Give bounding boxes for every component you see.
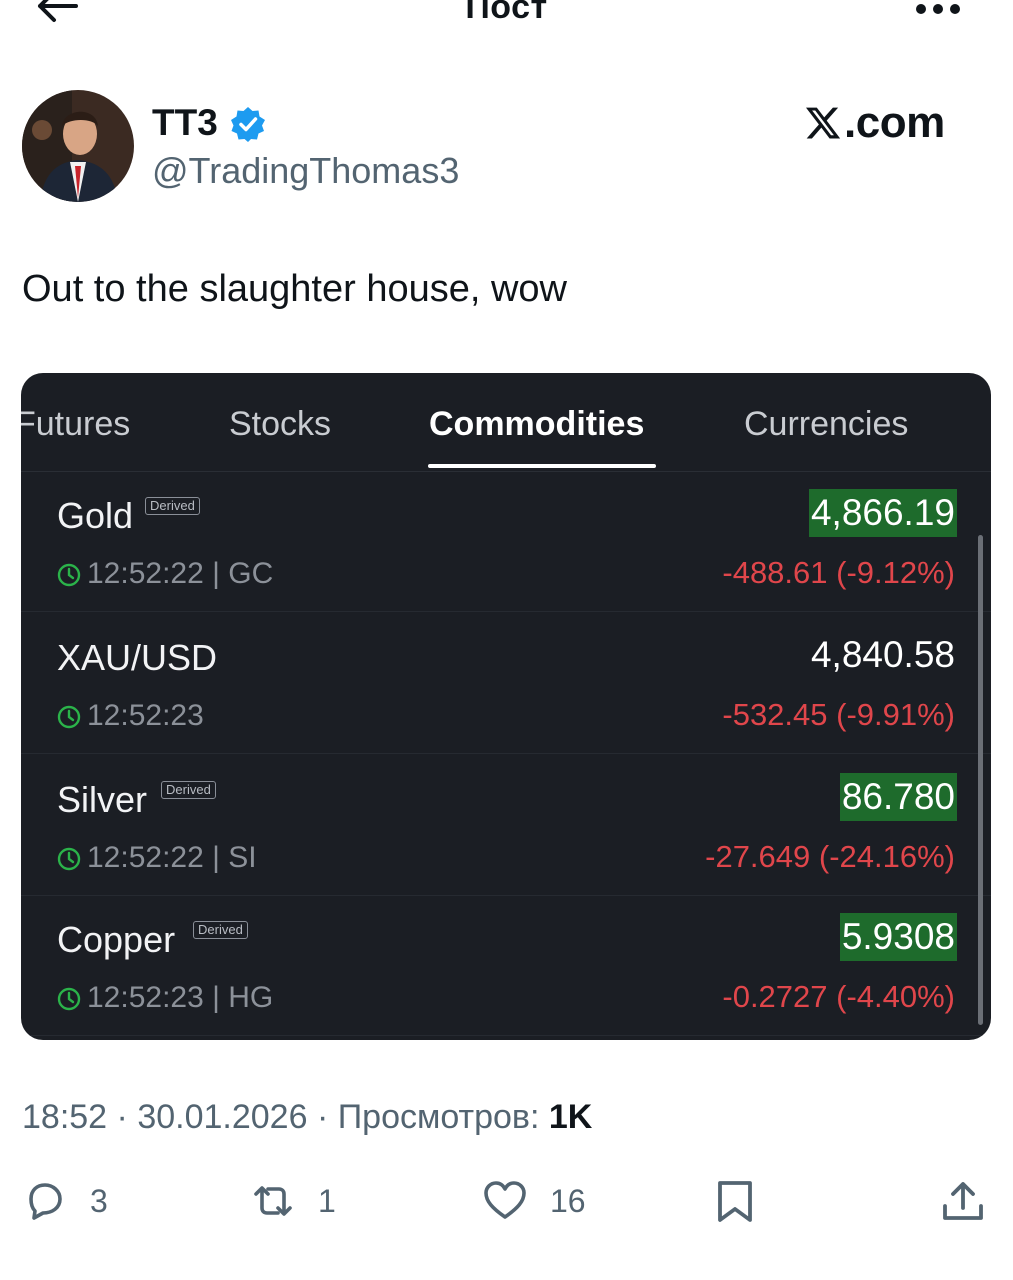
x-logo-icon [805, 107, 841, 139]
card-scrollbar[interactable] [978, 535, 983, 1025]
asset-price: 5.9308 [839, 913, 957, 961]
like-icon [484, 1181, 526, 1219]
views-label: Просмотров: [337, 1098, 540, 1136]
x-logo-text: .com [844, 98, 945, 147]
reply-icon [29, 1183, 62, 1220]
verified-icon [231, 107, 265, 142]
repost-count: 1 [318, 1182, 336, 1219]
tab-futures[interactable]: Futures [21, 405, 130, 444]
avatar[interactable] [22, 90, 134, 202]
asset-timestamp: 12:52:23 | HG [87, 981, 274, 1014]
asset-name: Silver [57, 779, 148, 820]
asset-timestamp: 12:52:22 | GC [87, 557, 274, 590]
active-tab-indicator [428, 464, 656, 468]
market-tabs: Futures Stocks Commodities Currencies [21, 373, 991, 472]
clock-icon [57, 987, 81, 1011]
tweet-time[interactable]: 18:52 [22, 1098, 107, 1136]
page-title: Пост [465, 0, 548, 26]
asset-change: -0.2727 (-4.40%) [722, 979, 955, 1014]
bookmark-icon [718, 1181, 752, 1222]
reply-button[interactable]: 3 [22, 1178, 108, 1224]
more-icon[interactable] [914, 2, 962, 16]
asset-price: 4,866.19 [808, 489, 957, 537]
market-row-silver[interactable]: Silver Derived 12:52:22 | SI 86.780 -27.… [21, 755, 991, 896]
asset-change: -27.649 (-24.16%) [705, 839, 955, 874]
repost-button[interactable]: 1 [250, 1178, 336, 1224]
x-logo: .com [804, 98, 945, 147]
asset-price: 4,840.58 [810, 634, 955, 675]
meta-separator: · [116, 1098, 138, 1136]
views-count[interactable]: 1K [549, 1098, 592, 1136]
asset-price: 86.780 [839, 773, 957, 821]
tweet-text: Out to the slaughter house, wow [22, 268, 567, 310]
tab-currencies[interactable]: Currencies [744, 405, 908, 444]
clock-icon [57, 705, 81, 729]
author-handle[interactable]: @TradingThomas3 [152, 150, 459, 192]
reply-count: 3 [90, 1182, 108, 1219]
asset-change: -532.45 (-9.91%) [722, 697, 955, 732]
market-row-gold[interactable]: Gold Derived 12:52:22 | GC 4,866.19 -488… [21, 471, 991, 612]
like-count: 16 [550, 1182, 586, 1219]
market-row-copper[interactable]: Copper Derived 12:52:23 | HG 5.9308 -0.2… [21, 895, 991, 1036]
top-bar: Пост [0, 0, 1013, 30]
derived-badge: Derived [145, 497, 200, 515]
asset-name: Gold [57, 495, 134, 536]
asset-name: XAU/USD [57, 637, 218, 678]
derived-badge: Derived [161, 781, 216, 799]
market-row-xauusd[interactable]: XAU/USD 12:52:23 4,840.58 -532.45 (-9.91… [21, 613, 991, 754]
derived-badge: Derived [193, 921, 248, 939]
repost-icon [254, 1186, 292, 1216]
asset-timestamp: 12:52:22 | SI [87, 841, 257, 874]
clock-icon [57, 847, 81, 871]
markets-screenshot-card[interactable]: Futures Stocks Commodities Currencies Go… [21, 373, 991, 1040]
asset-change: -488.61 (-9.12%) [722, 555, 955, 590]
tab-commodities[interactable]: Commodities [429, 405, 644, 444]
tweet-meta: 18:52 · 30.01.2026 · Просмотров: 1K [22, 1098, 592, 1137]
asset-timestamp: 12:52:23 [87, 699, 204, 732]
meta-separator: · [316, 1098, 338, 1136]
clock-icon [57, 563, 81, 587]
bookmark-button[interactable] [712, 1178, 758, 1224]
share-button[interactable] [940, 1178, 986, 1224]
asset-name: Copper [57, 919, 176, 960]
like-button[interactable]: 16 [482, 1178, 586, 1224]
tweet-date[interactable]: 30.01.2026 [137, 1098, 307, 1136]
author-name[interactable]: TT3 [152, 102, 218, 144]
share-icon [943, 1182, 983, 1220]
tab-stocks[interactable]: Stocks [229, 405, 331, 444]
